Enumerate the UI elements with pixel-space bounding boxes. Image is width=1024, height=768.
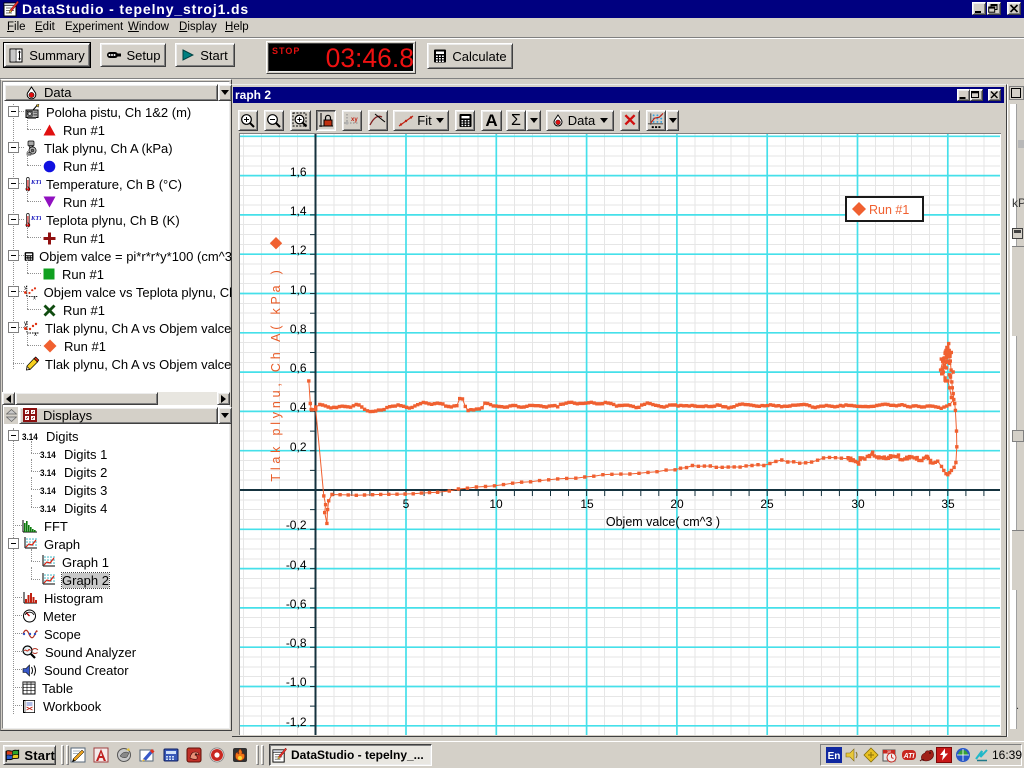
svg-text:10: 10 xyxy=(489,497,503,511)
svg-text:5: 5 xyxy=(403,497,410,511)
svg-text:25: 25 xyxy=(760,497,774,511)
svg-text:Run #1: Run #1 xyxy=(869,203,909,217)
svg-text:-1,0: -1,0 xyxy=(286,675,307,689)
svg-text:0,4: 0,4 xyxy=(290,400,307,414)
svg-text:1,6: 1,6 xyxy=(290,165,307,179)
svg-text:3.14: 3.14 xyxy=(40,450,56,460)
svg-text:3.14: 3.14 xyxy=(40,468,56,478)
svg-text:-0,4: -0,4 xyxy=(286,558,307,572)
svg-text:x: x xyxy=(34,332,37,336)
svg-text:KTD: KTD xyxy=(30,179,41,186)
svg-text:1,4: 1,4 xyxy=(290,204,307,218)
svg-text:15: 15 xyxy=(580,497,594,511)
svg-text:-0,6: -0,6 xyxy=(286,597,307,611)
svg-text:Objem valce( cm^3 ): Objem valce( cm^3 ) xyxy=(606,515,720,529)
svg-text:-0,2: -0,2 xyxy=(286,518,307,532)
svg-text:-0,8: -0,8 xyxy=(286,636,307,650)
svg-text:30: 30 xyxy=(851,497,865,511)
svg-text:0,6: 0,6 xyxy=(290,361,307,375)
svg-text:1,0: 1,0 xyxy=(290,283,307,297)
svg-text:-1,2: -1,2 xyxy=(286,715,307,729)
svg-text:y: y xyxy=(24,321,27,327)
svg-text:xy: xy xyxy=(351,117,358,123)
svg-text:3.14: 3.14 xyxy=(40,486,56,496)
svg-text:0,8: 0,8 xyxy=(290,322,307,336)
svg-text:3.14: 3.14 xyxy=(40,504,56,514)
svg-text:35: 35 xyxy=(941,497,955,511)
svg-text:x: x xyxy=(33,296,36,300)
svg-text:3.14: 3.14 xyxy=(22,432,38,442)
svg-text:20: 20 xyxy=(670,497,684,511)
svg-text:KTD: KTD xyxy=(30,215,41,222)
svg-text:Tlak plynu, Ch A( kPa ): Tlak plynu, Ch A( kPa ) xyxy=(269,266,283,481)
svg-text:1,2: 1,2 xyxy=(290,243,307,257)
svg-text:y: y xyxy=(24,285,27,291)
svg-text:En: En xyxy=(828,751,841,762)
svg-text:0,2: 0,2 xyxy=(290,440,307,454)
svg-text:ATI: ATI xyxy=(903,753,916,760)
